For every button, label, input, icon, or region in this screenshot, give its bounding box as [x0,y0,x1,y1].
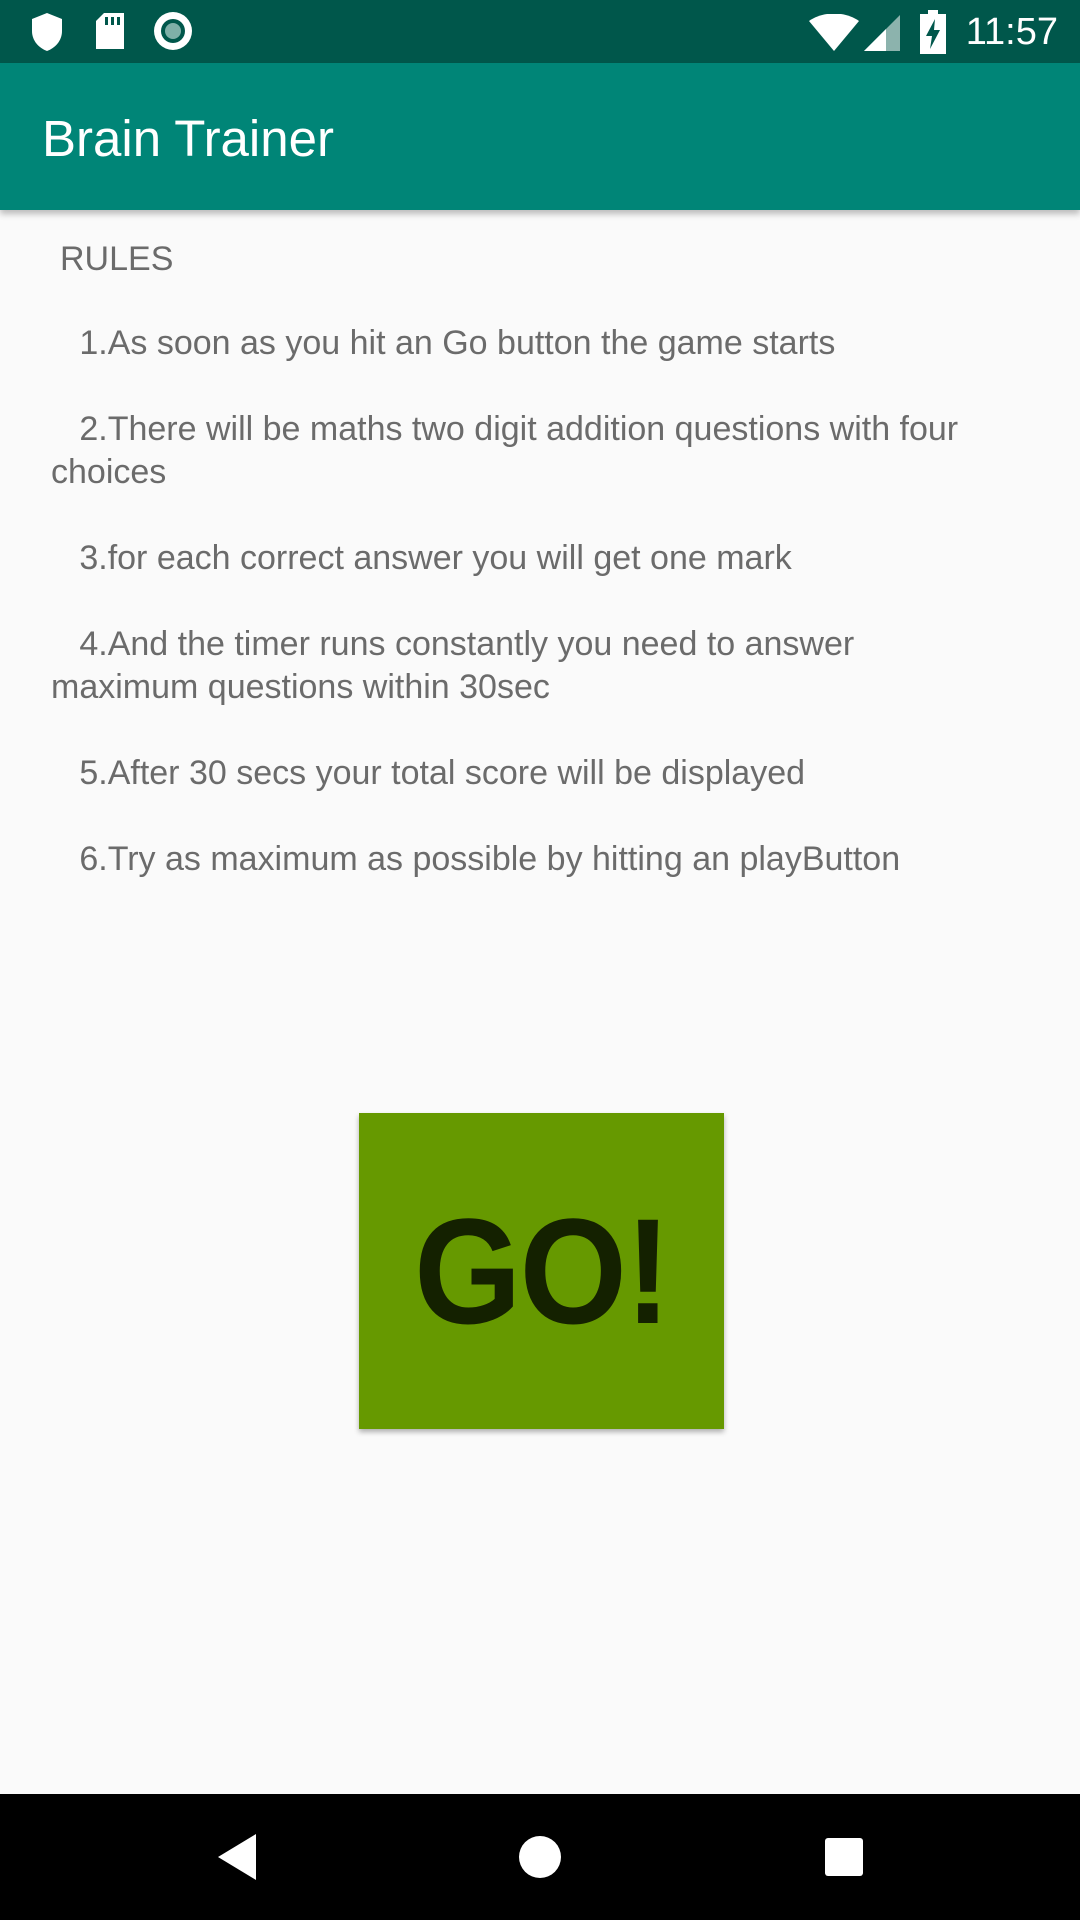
rule-item-2: 2.There will be maths two digit addition… [51,410,968,491]
back-icon[interactable] [204,1824,270,1890]
home-icon[interactable] [507,1824,573,1890]
rule-item-4: 4.And the timer runs constantly you need… [51,625,864,706]
rule-item-6: 6.Try as maximum as possible by hitting … [51,840,901,878]
rule-item-1: 1.As soon as you hit an Go button the ga… [51,324,836,362]
cellular-signal-icon [862,14,902,57]
rule-item-5: 5.After 30 secs your total score will be… [51,754,806,792]
rule-item-3: 3.for each correct answer you will get o… [51,539,792,577]
record-icon [153,11,193,56]
wifi-icon [808,13,860,57]
navigation-bar [0,1794,1080,1920]
status-time: 11:57 [965,11,1058,53]
status-bar: 11:57 [0,0,1080,63]
go-button-label: GO! [413,1187,671,1355]
go-button[interactable]: GO! [359,1113,724,1429]
battery-charging-icon [920,10,946,59]
app-title: Brain Trainer [42,110,334,167]
rules-heading: RULES [60,240,174,278]
shield-icon [30,12,64,57]
sd-card-icon [94,12,126,57]
recents-icon[interactable] [811,1824,877,1890]
app-bar: Brain Trainer [0,63,1080,210]
